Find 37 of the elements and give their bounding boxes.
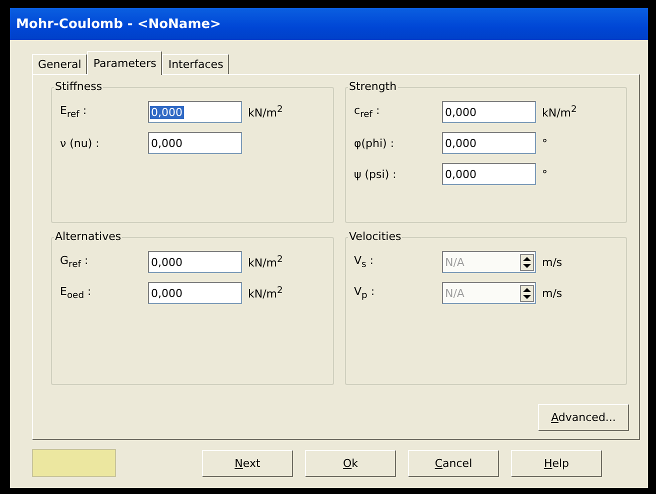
input-field[interactable]: 0,000 bbox=[442, 132, 536, 154]
advanced-button[interactable]: Advanced... bbox=[538, 404, 629, 431]
input-field[interactable]: 0,000 bbox=[148, 101, 242, 123]
tab[interactable]: Interfaces bbox=[162, 54, 230, 74]
unit-label: kN/m$^{2}$ bbox=[542, 104, 577, 120]
unit-label: m/s bbox=[542, 256, 562, 268]
input-field[interactable]: 0,000 bbox=[442, 163, 536, 185]
group-title: Alternatives bbox=[54, 230, 122, 243]
tab[interactable]: General bbox=[32, 54, 88, 74]
field-label: V$_{s}$ : bbox=[354, 254, 375, 270]
field-label: c$_{ref}$ : bbox=[354, 104, 381, 120]
unit-label: kN/m$^{2}$ bbox=[248, 285, 283, 301]
input-field[interactable]: 0,000 bbox=[148, 251, 242, 273]
dialog-button[interactable]: Ok bbox=[305, 450, 396, 476]
input-field[interactable]: 0,000 bbox=[148, 282, 242, 304]
unit-label: m/s bbox=[542, 286, 562, 300]
unit-label: ° bbox=[542, 136, 548, 150]
dialog-button[interactable]: Cancel bbox=[408, 450, 499, 476]
field-label: φ(phi) : bbox=[354, 136, 396, 150]
dialog-button[interactable]: Next bbox=[202, 450, 293, 476]
input-field[interactable]: 0,000 bbox=[148, 132, 242, 154]
dialog-button[interactable]: Help bbox=[511, 450, 602, 476]
field-label: G$_{ref}$ : bbox=[60, 254, 90, 270]
input-field[interactable]: 0,000 bbox=[442, 101, 536, 123]
group-title: Velocities bbox=[348, 230, 402, 243]
unit-label: kN/m$^{2}$ bbox=[248, 104, 283, 120]
field-label: ν (nu) : bbox=[60, 136, 100, 150]
field-label: ψ (psi) : bbox=[354, 168, 398, 180]
field-label: E$_{ref}$ : bbox=[60, 104, 88, 120]
field-label: V$_{p}$ : bbox=[354, 284, 376, 302]
unit-label: kN/m$^{2}$ bbox=[248, 254, 283, 270]
unit-label: ° bbox=[542, 168, 548, 180]
group-title: Stiffness bbox=[54, 80, 104, 93]
group-title: Strength bbox=[348, 80, 398, 93]
field-label: E$_{oed}$ : bbox=[60, 284, 92, 302]
window-title: Mohr-Coulomb - <NoName> bbox=[16, 16, 221, 32]
tab[interactable]: Parameters bbox=[87, 51, 162, 75]
